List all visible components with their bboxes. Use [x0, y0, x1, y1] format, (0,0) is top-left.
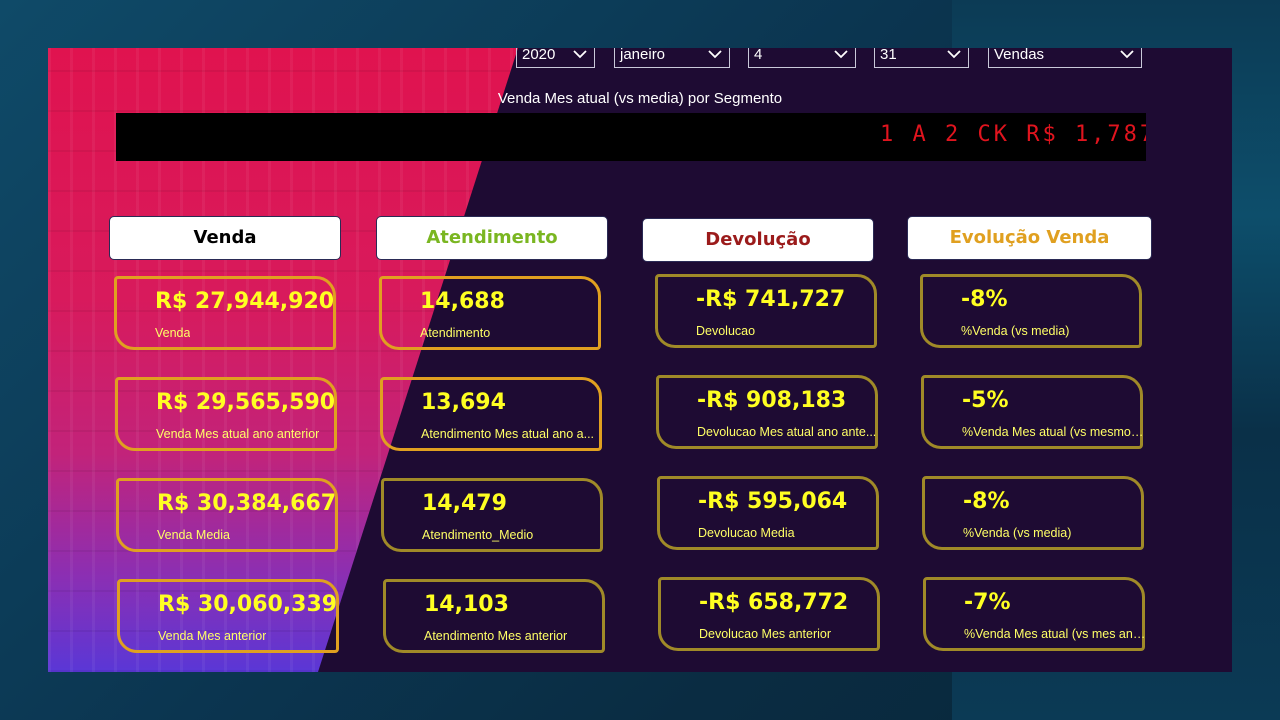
kpi-card-devolucao-mes-anterior[interactable]: -R$ 658,772 Devolucao Mes anterior: [658, 577, 880, 651]
kpi-value: -R$ 595,064: [698, 489, 848, 514]
kpi-value: -R$ 741,727: [696, 287, 846, 312]
kpi-card-devolucao-ano-anterior[interactable]: -R$ 908,183 Devolucao Mes atual ano ante…: [656, 375, 878, 449]
devolucao-header: Devolução: [642, 218, 874, 262]
kpi-label: Atendimento Mes atual ano a...: [421, 427, 595, 441]
kpi-card-venda-mes-anterior[interactable]: R$ 30,060,339 Venda Mes anterior: [117, 579, 339, 653]
kpi-value: R$ 27,944,920: [155, 289, 335, 314]
kpi-label: Atendimento_Medio: [422, 528, 534, 542]
kpi-value: -8%: [961, 287, 1008, 312]
kpi-card-atendimento[interactable]: 14,688 Atendimento: [379, 276, 601, 350]
month-slicer[interactable]: janeiro: [614, 48, 730, 68]
kpi-value: -R$ 658,772: [699, 590, 849, 615]
kpi-value: R$ 30,060,339: [158, 592, 338, 617]
kpi-value: -5%: [962, 388, 1009, 413]
kpi-label: %Venda (vs media): [961, 324, 1070, 338]
kpi-label: Venda Mes atual ano anterior: [156, 427, 320, 441]
day-slicer[interactable]: 31: [874, 48, 969, 68]
kpi-value: 13,694: [421, 390, 506, 415]
chevron-down-icon[interactable]: [946, 48, 962, 63]
week-slicer-value: 4: [754, 48, 763, 63]
kpi-label: Devolucao Mes anterior: [699, 627, 832, 641]
scrolling-ticker: 1 A 2 CK R$ 1,787,2: [116, 113, 1146, 161]
report-canvas: 2020 janeiro 4 31 Vendas Venda Mes atual…: [48, 48, 1232, 672]
kpi-label: Atendimento Mes anterior: [424, 629, 568, 643]
kpi-card-evolucao-mes-anterior[interactable]: -7% %Venda Mes atual (vs mes ant...: [923, 577, 1146, 651]
kpi-card-atendimento-ano-anterior[interactable]: 13,694 Atendimento Mes atual ano a...: [380, 377, 602, 451]
kpi-card-atendimento-medio[interactable]: 14,479 Atendimento_Medio: [381, 478, 603, 552]
ticker-title: Venda Mes atual (vs media) por Segmento: [497, 90, 783, 107]
kpi-card-evolucao-media[interactable]: -8% %Venda (vs media): [922, 476, 1144, 550]
metric-slicer[interactable]: Vendas: [988, 48, 1142, 68]
chevron-down-icon[interactable]: [833, 48, 849, 63]
chevron-down-icon[interactable]: [1119, 48, 1135, 63]
kpi-value: R$ 30,384,667: [157, 491, 337, 516]
kpi-value: R$ 29,565,590: [156, 390, 336, 415]
metric-slicer-value: Vendas: [994, 48, 1045, 63]
month-slicer-value: janeiro: [620, 48, 666, 63]
day-slicer-value: 31: [880, 48, 897, 63]
kpi-value: -7%: [964, 590, 1011, 615]
week-slicer[interactable]: 4: [748, 48, 856, 68]
kpi-card-venda[interactable]: R$ 27,944,920 Venda: [114, 276, 336, 350]
atendimento-header: Atendimento: [376, 216, 608, 260]
kpi-card-atendimento-mes-anterior[interactable]: 14,103 Atendimento Mes anterior: [383, 579, 605, 653]
year-slicer-value: 2020: [522, 48, 556, 63]
kpi-value: 14,479: [422, 491, 507, 516]
kpi-value: 14,688: [420, 289, 505, 314]
kpi-label: Devolucao: [696, 324, 756, 338]
kpi-label: %Venda (vs media): [963, 526, 1072, 540]
kpi-value: -R$ 908,183: [697, 388, 847, 413]
kpi-label: Devolucao Media: [698, 526, 795, 540]
kpi-label: Venda Media: [157, 528, 230, 542]
chevron-down-icon[interactable]: [572, 48, 588, 63]
kpi-value: -8%: [963, 489, 1010, 514]
evolucao-venda-header: Evolução Venda: [907, 216, 1152, 260]
kpi-card-venda-media[interactable]: R$ 30,384,667 Venda Media: [116, 478, 338, 552]
kpi-label: Atendimento: [420, 326, 491, 340]
kpi-card-venda-ano-anterior[interactable]: R$ 29,565,590 Venda Mes atual ano anteri…: [115, 377, 337, 451]
kpi-label: %Venda Mes atual (vs mesmo ...: [962, 425, 1144, 439]
kpi-label: Devolucao Mes atual ano ante...: [697, 425, 877, 439]
chevron-down-icon[interactable]: [707, 48, 723, 63]
ticker-text: 1 A 2 CK R$ 1,787,2: [880, 122, 1146, 147]
kpi-label: %Venda Mes atual (vs mes ant...: [964, 627, 1146, 641]
kpi-label: Venda: [155, 326, 191, 340]
kpi-card-devolucao[interactable]: -R$ 741,727 Devolucao: [655, 274, 877, 348]
kpi-card-evolucao-venda[interactable]: -8% %Venda (vs media): [920, 274, 1142, 348]
kpi-value: 14,103: [424, 592, 509, 617]
kpi-card-evolucao-ano-anterior[interactable]: -5% %Venda Mes atual (vs mesmo ...: [921, 375, 1144, 449]
kpi-card-devolucao-media[interactable]: -R$ 595,064 Devolucao Media: [657, 476, 879, 550]
kpi-label: Venda Mes anterior: [158, 629, 267, 643]
venda-header: Venda: [109, 216, 341, 260]
year-slicer[interactable]: 2020: [516, 48, 595, 68]
